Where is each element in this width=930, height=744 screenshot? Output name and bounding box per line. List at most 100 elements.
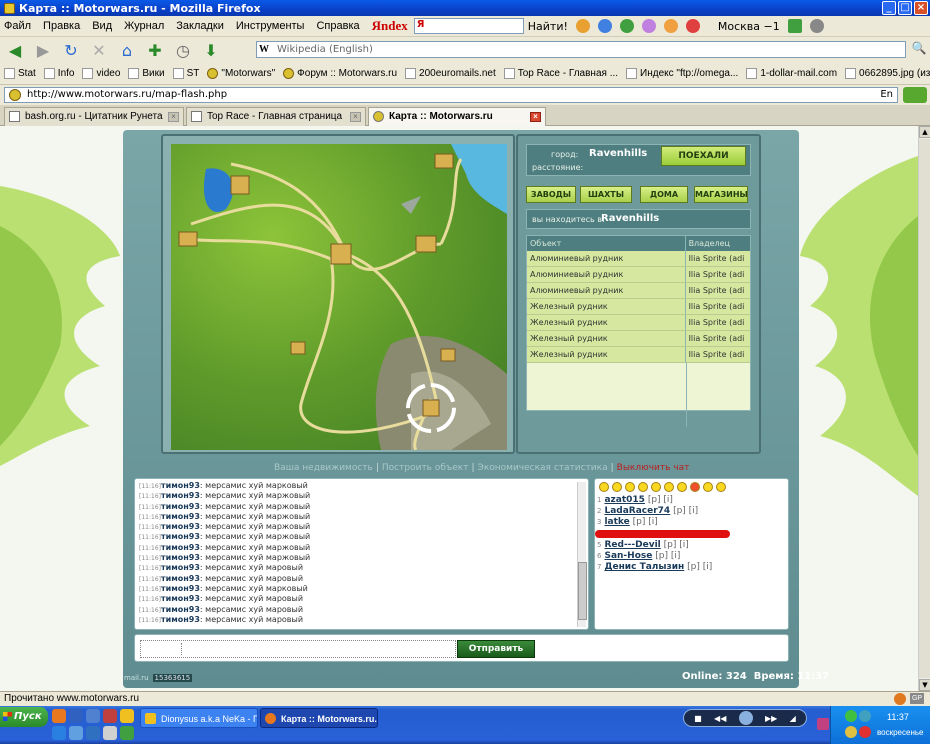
- table-row[interactable]: Железный рудник Ilia Sprite (adi: [527, 299, 750, 315]
- language-indicator[interactable]: En: [880, 88, 893, 102]
- page-scrollbar[interactable]: ▲ ▼: [918, 126, 930, 691]
- smile-icon[interactable]: [625, 482, 635, 492]
- weather-readout[interactable]: Москва −1: [718, 20, 780, 33]
- taskbar-item-firefox[interactable]: Карта :: Motorwars.ru...: [260, 708, 378, 728]
- table-row[interactable]: Железный рудник Ilia Sprite (adi: [527, 347, 750, 363]
- chat-scrollbar[interactable]: [577, 482, 587, 627]
- bookmark-item[interactable]: 1-dollar-mail.com: [746, 68, 837, 79]
- smile-icon[interactable]: [703, 482, 713, 492]
- next-track-icon[interactable]: ▶▶: [765, 714, 777, 723]
- media-quicklaunch-icon[interactable]: [52, 726, 66, 740]
- messenger-icon[interactable]: [619, 19, 634, 33]
- scroll-up-arrow-icon[interactable]: ▲: [919, 126, 930, 138]
- traffic-icon[interactable]: [787, 19, 802, 33]
- chat-off-link[interactable]: Выключить чат: [617, 463, 690, 473]
- menu-view[interactable]: Вид: [92, 20, 112, 32]
- messenger-quicklaunch-icon[interactable]: [120, 726, 134, 740]
- bookmark-item[interactable]: Top Race - Главная ...: [503, 68, 618, 79]
- news-icon[interactable]: [685, 19, 700, 33]
- smile-icon[interactable]: [651, 482, 661, 492]
- home-button[interactable]: ⌂: [116, 40, 138, 60]
- smile-icon[interactable]: [612, 482, 622, 492]
- houses-button[interactable]: ДОМА: [640, 186, 688, 203]
- bookmark-item[interactable]: Info: [43, 68, 74, 79]
- desktop-quicklaunch-icon[interactable]: [86, 709, 100, 723]
- firefox-quicklaunch-icon[interactable]: [52, 709, 66, 723]
- search-go-button[interactable]: 🔍: [910, 41, 928, 58]
- maximize-button[interactable]: □: [898, 1, 912, 15]
- yandex-money-icon[interactable]: [663, 19, 678, 33]
- stats-link[interactable]: Экономическая статистика: [478, 463, 608, 473]
- network-tray-icon[interactable]: [845, 710, 857, 722]
- web-search-input[interactable]: W Wikipedia (English): [256, 41, 906, 58]
- wikipedia-icon[interactable]: W: [259, 42, 269, 57]
- language-tray-icon[interactable]: [817, 718, 829, 730]
- menu-help[interactable]: Справка: [316, 20, 359, 32]
- tool-quicklaunch-icon[interactable]: [103, 726, 117, 740]
- tab-motorwars-map[interactable]: Карта :: Motorwars.ru ×: [368, 107, 546, 126]
- property-link[interactable]: Ваша недвижимость: [274, 463, 373, 473]
- gp-status-icon[interactable]: GP: [910, 693, 924, 704]
- start-button[interactable]: Пуск: [0, 707, 48, 727]
- settings-gear-icon[interactable]: [809, 19, 824, 33]
- world-map[interactable]: [171, 144, 507, 450]
- yandex-logo[interactable]: Яndex: [372, 18, 408, 34]
- mailru-logo[interactable]: mail.ru: [124, 674, 149, 682]
- chat-message-input[interactable]: [140, 640, 456, 658]
- bookmark-item[interactable]: ST: [172, 68, 199, 79]
- table-row[interactable]: Алюминиевый рудник Ilia Sprite (adi: [527, 283, 750, 299]
- tab-close-icon[interactable]: ×: [350, 112, 361, 122]
- scroll-thumb[interactable]: [919, 139, 930, 678]
- bookmark-item[interactable]: Форум :: Motorwars.ru: [283, 68, 397, 79]
- back-button[interactable]: ◀: [4, 40, 26, 60]
- stop-media-icon[interactable]: ■: [694, 714, 702, 723]
- volume-icon[interactable]: ◢: [790, 714, 796, 723]
- yandex-bar-icon[interactable]: [575, 19, 590, 33]
- factories-button[interactable]: ЗАВОДЫ: [526, 186, 576, 203]
- visit-counter[interactable]: 15363615: [152, 674, 193, 682]
- kaspersky-tray-icon[interactable]: [859, 726, 871, 738]
- bookmark-item[interactable]: Вики: [128, 68, 165, 79]
- smile-icon[interactable]: [677, 482, 687, 492]
- menu-history[interactable]: Журнал: [124, 20, 164, 32]
- history-button[interactable]: ◷: [172, 40, 194, 60]
- ie-quicklaunch-icon[interactable]: [69, 709, 83, 723]
- url-input[interactable]: http://www.motorwars.ru/map-flash.php En: [4, 87, 898, 103]
- tab-close-icon[interactable]: ×: [530, 112, 541, 122]
- app-quicklaunch-icon[interactable]: [103, 709, 117, 723]
- yandex-find-button[interactable]: Найти!: [528, 20, 568, 33]
- previous-track-icon[interactable]: ◀◀: [714, 714, 726, 723]
- pause-icon[interactable]: [738, 711, 753, 725]
- table-row[interactable]: Алюминиевый рудник Ilia Sprite (adi: [527, 267, 750, 283]
- mines-button[interactable]: ШАХТЫ: [580, 186, 632, 203]
- bookmark-item[interactable]: Stat: [4, 68, 36, 79]
- shops-button[interactable]: МАГАЗИНЫ: [694, 186, 748, 203]
- yandex-search-input[interactable]: Я: [413, 18, 524, 34]
- build-link[interactable]: Построить объект: [382, 463, 469, 473]
- envelope-icon[interactable]: [641, 19, 656, 33]
- folder-quicklaunch-icon[interactable]: [120, 709, 134, 723]
- chat-scroll-thumb[interactable]: [578, 562, 587, 620]
- tongue-smile-icon[interactable]: [690, 482, 700, 492]
- tab-close-icon[interactable]: ×: [168, 112, 179, 122]
- smile-icon[interactable]: [664, 482, 674, 492]
- bookmark-item[interactable]: Индекс "ftp://omega...: [626, 68, 738, 79]
- antivirus-tray-icon[interactable]: [859, 710, 871, 722]
- table-row[interactable]: Железный рудник Ilia Sprite (adi: [527, 331, 750, 347]
- go-button[interactable]: [903, 87, 927, 103]
- tab-toprace[interactable]: Top Race - Главная страница ×: [186, 107, 366, 126]
- forward-button[interactable]: ▶: [32, 40, 54, 60]
- explorer-quicklaunch-icon[interactable]: [69, 726, 83, 740]
- messenger-tray-icon[interactable]: [845, 726, 857, 738]
- taskbar-clock[interactable]: 11:37: [887, 712, 909, 722]
- bookmark-item[interactable]: "Motorwars": [207, 68, 275, 79]
- minimize-button[interactable]: _: [882, 1, 896, 15]
- scroll-down-arrow-icon[interactable]: ▼: [919, 679, 930, 691]
- reload-button[interactable]: ↻: [60, 40, 82, 60]
- menu-tools[interactable]: Инструменты: [236, 20, 305, 32]
- stop-button[interactable]: ✕: [88, 40, 110, 60]
- table-row[interactable]: Алюминиевый рудник Ilia Sprite (adi: [527, 251, 750, 267]
- menu-bookmarks[interactable]: Закладки: [176, 20, 224, 32]
- mail-icon[interactable]: [597, 19, 612, 33]
- network-quicklaunch-icon[interactable]: [86, 726, 100, 740]
